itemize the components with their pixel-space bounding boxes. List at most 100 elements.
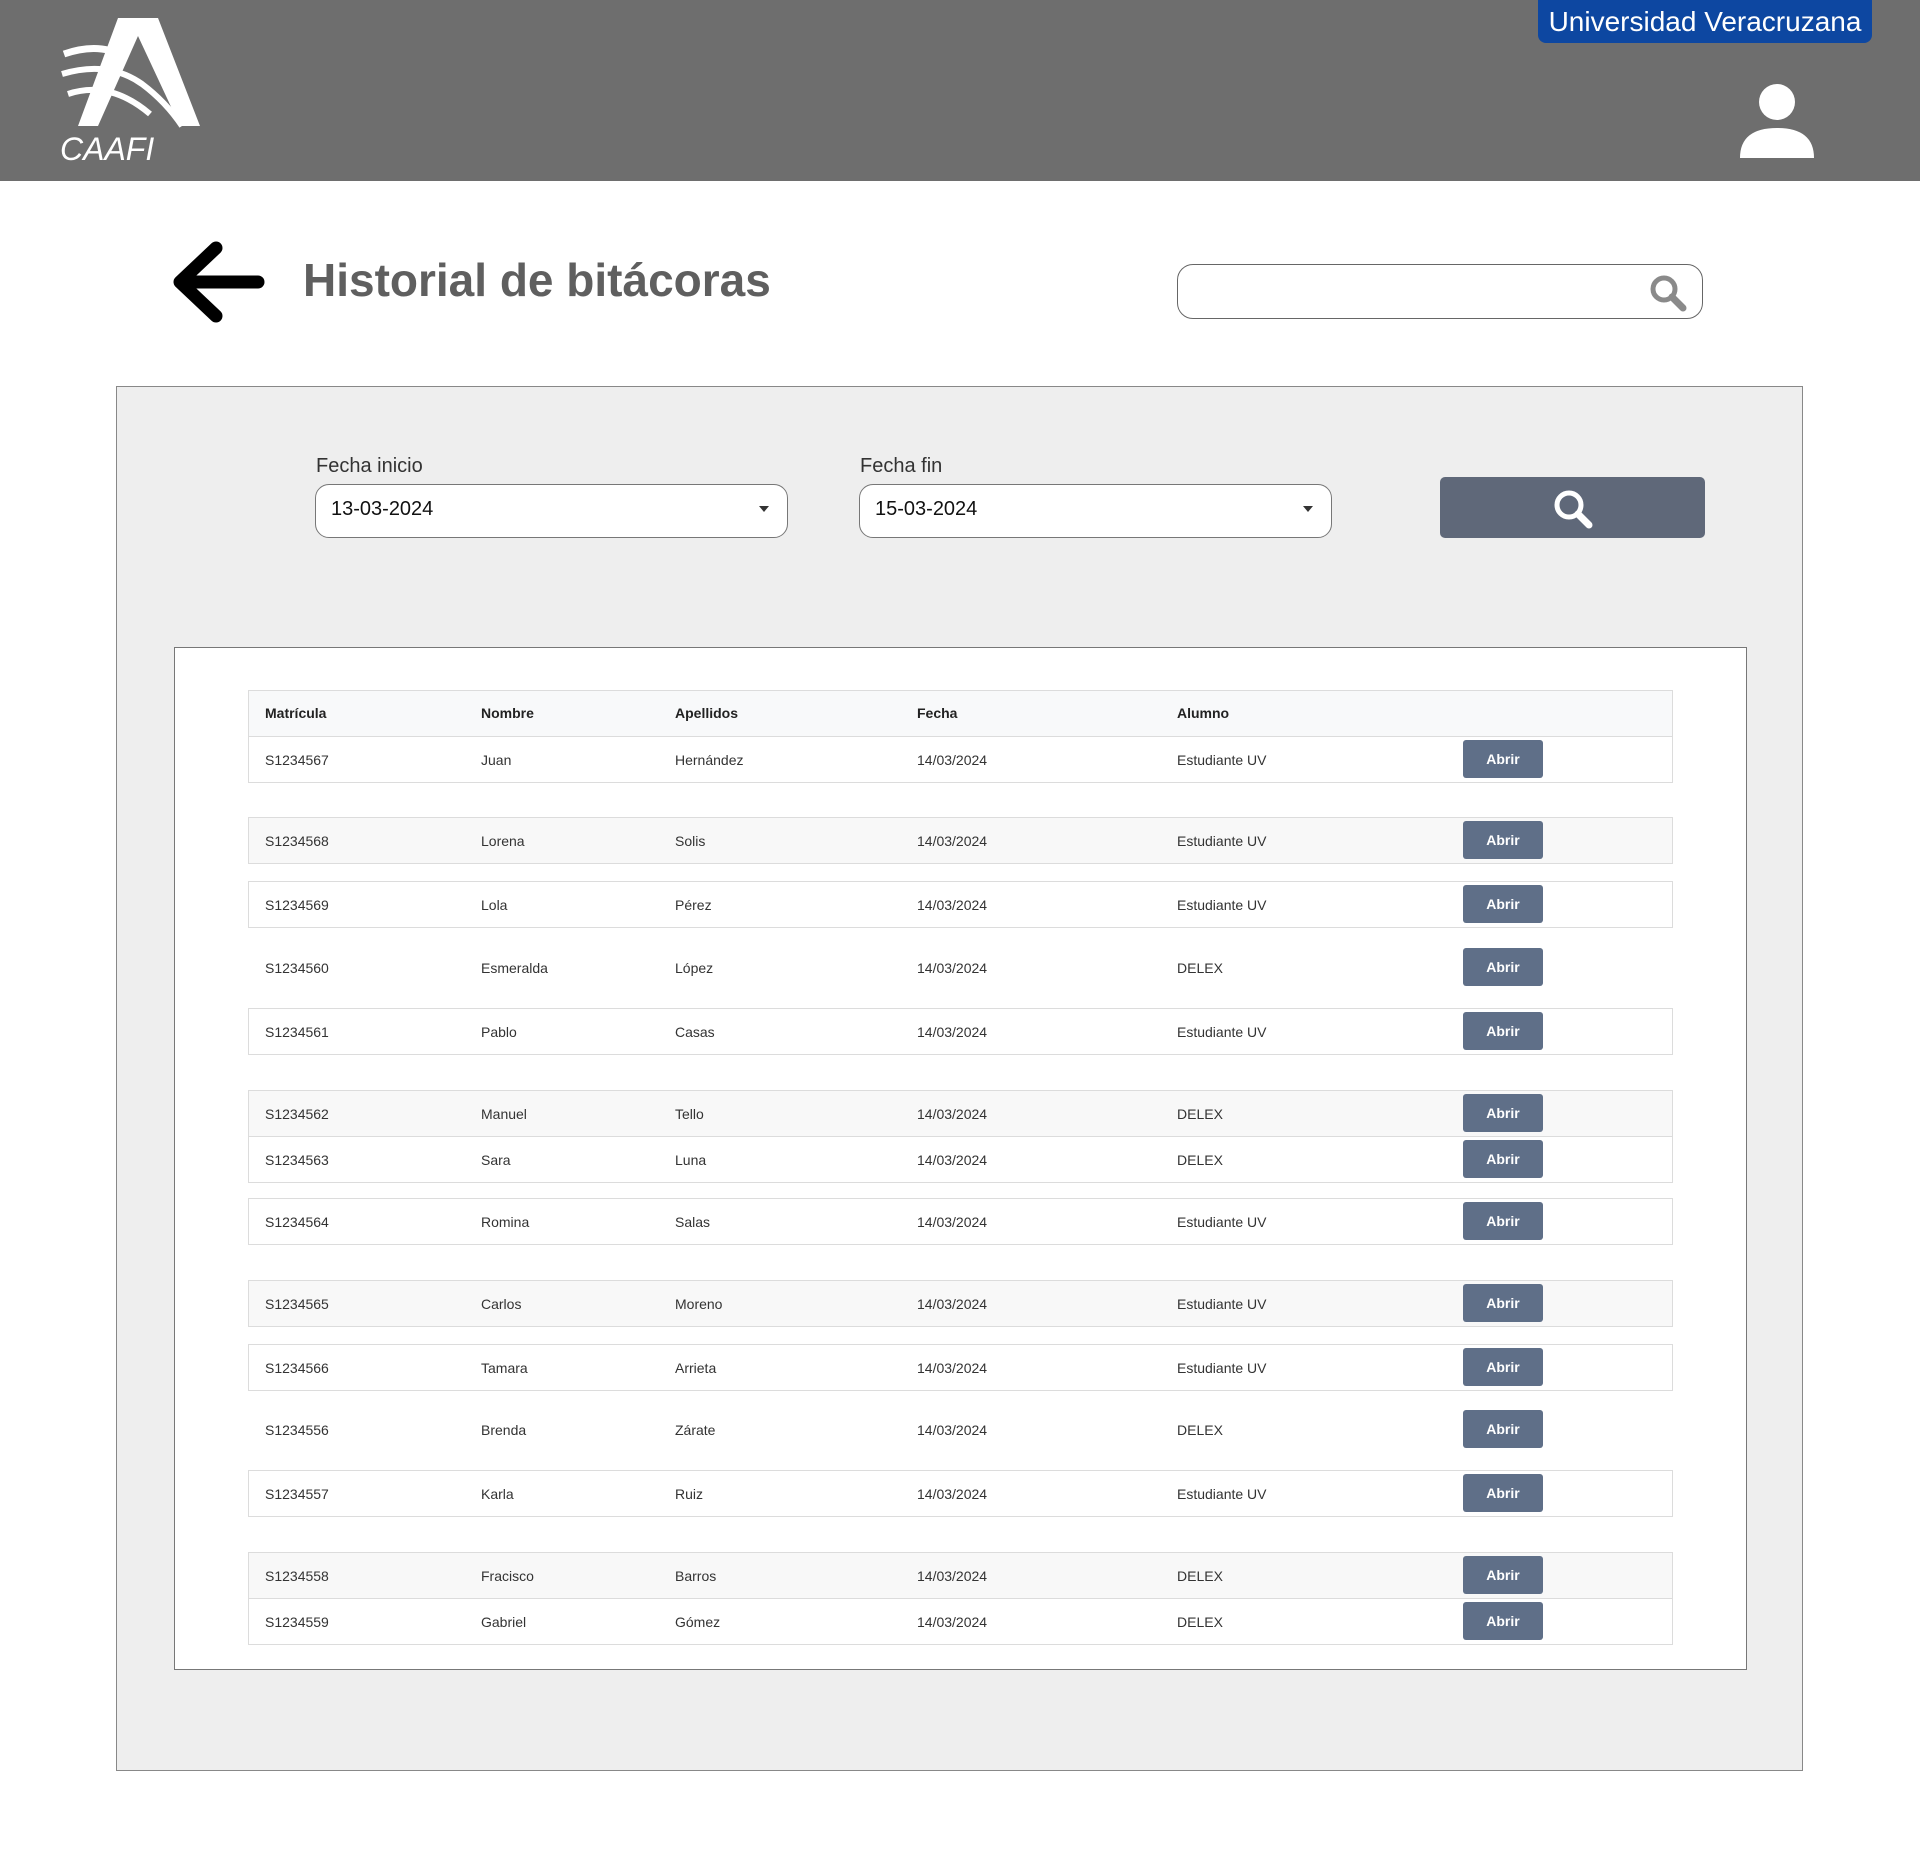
arrow-left-icon[interactable] [170, 240, 266, 324]
open-button[interactable]: Abrir [1463, 1094, 1543, 1132]
cell-matricula: S1234563 [265, 1152, 329, 1168]
cell-nombre: Pablo [481, 1024, 517, 1040]
cell-matricula: S1234564 [265, 1214, 329, 1230]
cell-fecha: 14/03/2024 [917, 1024, 988, 1040]
open-button[interactable]: Abrir [1463, 885, 1543, 923]
table-row: S1234564 Romina Salas 14/03/2024 Estudiante … [248, 1198, 1673, 1245]
search-icon[interactable] [1648, 273, 1688, 313]
open-button[interactable]: Abrir [1463, 1348, 1543, 1386]
caret-down-icon [759, 506, 769, 512]
start-date-select[interactable]: 13-03-2024 [315, 484, 788, 538]
table-row: S1234566 Tamara Arrieta 14/03/2024 Estudiant… [248, 1344, 1673, 1391]
cell-matricula: S1234565 [265, 1296, 329, 1312]
open-button[interactable]: Abrir [1463, 1012, 1543, 1050]
search-bar [1177, 264, 1703, 319]
table-header: Matrícula Nombre Apellidos Fecha Alumno [248, 690, 1673, 736]
cell-fecha: 14/03/2024 [917, 1296, 988, 1312]
table-row: S1234568 Lorena Solis 14/03/2024 Estudiante … [248, 817, 1673, 864]
search-button[interactable] [1440, 477, 1705, 538]
cell-apellidos: Moreno [675, 1296, 723, 1312]
cell-fecha: 14/03/2024 [917, 833, 988, 849]
cell-nombre: Karla [481, 1486, 514, 1502]
open-button[interactable]: Abrir [1463, 1140, 1543, 1178]
cell-matricula: S1234567 [265, 752, 329, 768]
open-button[interactable]: Abrir [1463, 821, 1543, 859]
cell-nombre: Sara [481, 1152, 511, 1168]
cell-fecha: 14/03/2024 [917, 1486, 988, 1502]
col-fecha: Fecha [917, 705, 958, 721]
cell-fecha: 14/03/2024 [917, 960, 988, 976]
search-input[interactable] [1192, 273, 1616, 311]
cell-nombre: Esmeralda [481, 960, 548, 976]
cell-apellidos: Ruiz [675, 1486, 704, 1502]
table-row: S1234560 Esmeralda López 14/03/2024 DELEX Abr… [248, 944, 1673, 991]
cell-nombre: Juan [481, 752, 512, 768]
open-button[interactable]: Abrir [1463, 1474, 1543, 1512]
cell-matricula: S1234560 [265, 960, 329, 976]
cell-matricula: S1234558 [265, 1568, 329, 1584]
col-alumno: Alumno [1177, 705, 1230, 721]
cell-matricula: S1234569 [265, 897, 329, 913]
end-date-select[interactable]: 15-03-2024 [859, 484, 1332, 538]
open-button[interactable]: Abrir [1463, 948, 1543, 986]
cell-fecha: 14/03/2024 [917, 1360, 988, 1376]
cell-apellidos: Luna [675, 1152, 707, 1168]
cell-nombre: Romina [481, 1214, 530, 1230]
cell-alumno: Estudiante UV [1177, 1214, 1267, 1230]
search-icon [1554, 490, 1593, 529]
caret-down-icon [1303, 506, 1313, 512]
university-badge[interactable]: Universidad Veracruzana [1538, 0, 1872, 43]
cell-apellidos: Zárate [675, 1422, 716, 1438]
cell-apellidos: Solis [675, 833, 706, 849]
cell-matricula: S1234568 [265, 833, 329, 849]
open-button[interactable]: Abrir [1463, 1410, 1543, 1448]
start-date-label: Fecha inicio [316, 455, 423, 477]
cell-fecha: 14/03/2024 [917, 1568, 988, 1584]
cell-alumno: DELEX [1177, 1614, 1223, 1630]
table-row: S1234562 Manuel Tello 14/03/2024 DELEX Abrir [248, 1090, 1673, 1137]
cell-apellidos: Gómez [675, 1614, 721, 1630]
cell-apellidos: López [675, 960, 714, 976]
cell-fecha: 14/03/2024 [917, 1106, 988, 1122]
cell-nombre: Brenda [481, 1422, 527, 1438]
cell-matricula: S1234556 [265, 1422, 329, 1438]
table-row: S1234561 Pablo Casas 14/03/2024 Estudiante U… [248, 1008, 1673, 1055]
table-row: S1234557 Karla Ruiz 14/03/2024 Estudiante UV… [248, 1470, 1673, 1517]
cell-nombre: Lola [481, 897, 508, 913]
cell-alumno: Estudiante UV [1177, 1024, 1267, 1040]
cell-alumno: DELEX [1177, 1568, 1223, 1584]
open-button[interactable]: Abrir [1463, 1602, 1543, 1640]
logs-table: Matrícula Nombre Apellidos Fecha Alumno … [174, 647, 1747, 1670]
cell-apellidos: Salas [675, 1214, 711, 1230]
top-header: CAAFI Universidad Veracruzana [0, 0, 1920, 181]
cell-apellidos: Tello [675, 1106, 704, 1122]
page-title: Historial de bitácoras [303, 254, 771, 306]
user-icon[interactable] [1738, 82, 1816, 160]
table-row: S1234567 Juan Hernández 14/03/2024 Estudiant… [248, 736, 1673, 783]
cell-fecha: 14/03/2024 [917, 1214, 988, 1230]
table-row: S1234559 Gabriel Gómez 14/03/2024 DELEX Abrir [248, 1598, 1673, 1645]
cell-alumno: DELEX [1177, 1106, 1223, 1122]
open-button[interactable]: Abrir [1463, 1556, 1543, 1594]
cell-apellidos: Hernández [675, 752, 744, 768]
cell-fecha: 14/03/2024 [917, 752, 988, 768]
cell-alumno: Estudiante UV [1177, 752, 1267, 768]
start-date-value: 13-03-2024 [331, 498, 434, 520]
end-date-value: 15-03-2024 [875, 498, 978, 520]
cell-fecha: 14/03/2024 [917, 1152, 988, 1168]
cell-fecha: 14/03/2024 [917, 897, 988, 913]
cell-alumno: Estudiante UV [1177, 833, 1267, 849]
table-row: S1234565 Carlos Moreno 14/03/2024 Estudiante… [248, 1280, 1673, 1327]
cell-matricula: S1234562 [265, 1106, 329, 1122]
cell-nombre: Tamara [481, 1360, 528, 1376]
open-button[interactable]: Abrir [1463, 740, 1543, 778]
cell-matricula: S1234561 [265, 1024, 329, 1040]
col-apellidos: Apellidos [675, 705, 739, 721]
cell-nombre: Fracisco [481, 1568, 534, 1584]
cell-alumno: Estudiante UV [1177, 1486, 1267, 1502]
cell-alumno: DELEX [1177, 1152, 1223, 1168]
table-row: S1234556 Brenda Zárate 14/03/2024 DELEX Abrir [248, 1406, 1673, 1453]
cell-matricula: S1234559 [265, 1614, 329, 1630]
open-button[interactable]: Abrir [1463, 1284, 1543, 1322]
open-button[interactable]: Abrir [1463, 1202, 1543, 1240]
